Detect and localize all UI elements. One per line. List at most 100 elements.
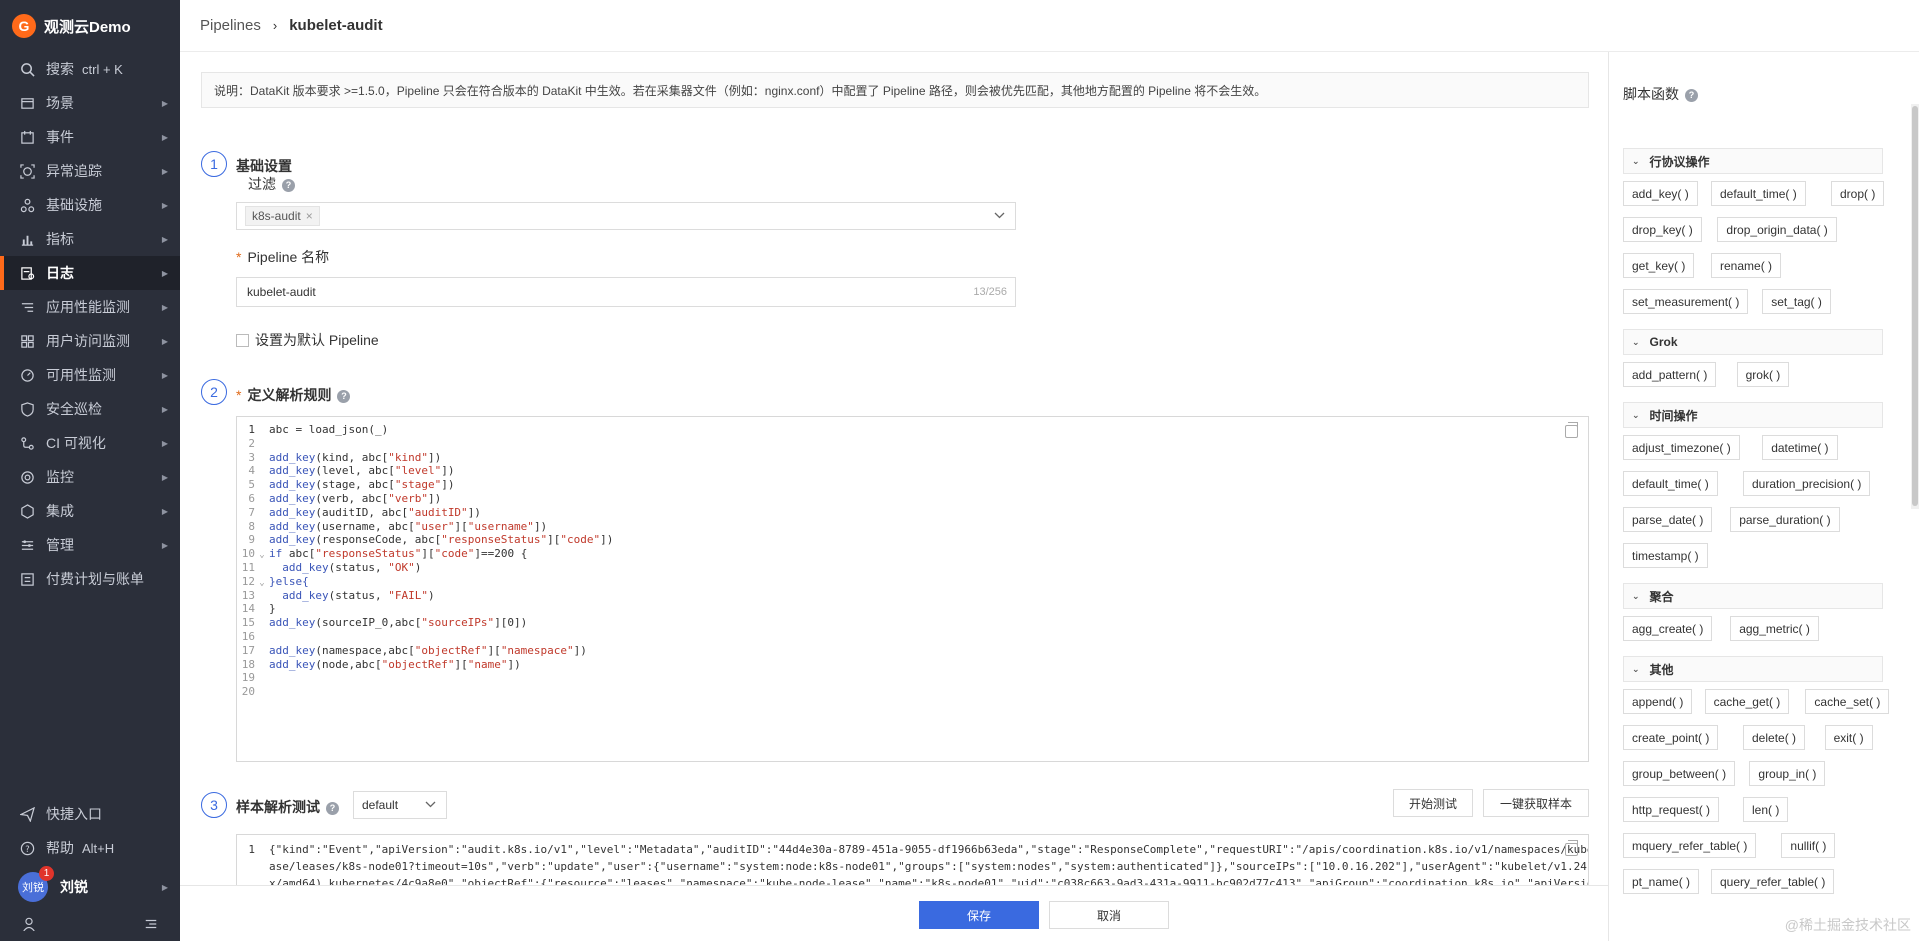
script-functions-panel: 脚本函数? ⌄ 行协议操作 add_key( ) default_time( ) dro… (1608, 52, 1919, 941)
sidebar-item-1[interactable]: 事件 ▶ (0, 120, 180, 154)
collapse-menu-icon[interactable] (144, 917, 158, 934)
sample-line: ase/leases/k8s-node01?timeout=10s","verb… (237, 858, 1588, 875)
logs-icon (18, 264, 36, 282)
filter-label-row: 过滤? (248, 174, 295, 194)
parse-rules-help-icon[interactable]: ? (337, 389, 351, 403)
function-button[interactable]: duration_precision( ) (1743, 471, 1871, 496)
header: Pipelines › kubelet-audit (180, 0, 1919, 52)
function-button[interactable]: drop_origin_data( ) (1717, 217, 1837, 242)
fetch-sample-button[interactable]: 一键获取样本 (1483, 789, 1589, 817)
function-button[interactable]: grok( ) (1736, 362, 1790, 387)
watermark: @稀土掘金技术社区 (1784, 917, 1911, 933)
user-icon[interactable] (22, 917, 36, 934)
default-pipeline-checkbox[interactable] (236, 333, 249, 347)
sidebar-item-5[interactable]: 日志 ▶ (0, 256, 180, 290)
start-test-button[interactable]: 开始测试 (1393, 789, 1473, 817)
sidebar-item-4[interactable]: 指标 ▶ (0, 222, 180, 256)
script-functions-help-icon[interactable]: ? (1685, 88, 1698, 102)
function-button[interactable]: parse_date( ) (1623, 507, 1713, 532)
scroll-thumb[interactable] (1912, 106, 1918, 506)
sidebar-item-label: 用户访问监测 (46, 333, 130, 349)
function-button[interactable]: pt_name( ) (1623, 869, 1700, 894)
function-button[interactable]: add_key( ) (1623, 181, 1698, 206)
function-button[interactable]: group_in( ) (1749, 761, 1826, 786)
function-button[interactable]: timestamp( ) (1623, 543, 1708, 568)
function-button[interactable]: cache_set( ) (1805, 689, 1890, 714)
filter-help-icon[interactable]: ? (282, 178, 295, 192)
function-group-header[interactable]: ⌄ 行协议操作 (1623, 148, 1883, 174)
default-pipeline-row[interactable]: 设置为默认 Pipeline (236, 330, 379, 350)
save-button[interactable]: 保存 (919, 901, 1039, 929)
ci-icon (18, 434, 36, 452)
code-line: 15 add_key(sourceIP_0,abc["sourceIPs"][0]… (237, 614, 528, 631)
function-button[interactable]: append( ) (1623, 689, 1693, 714)
workspace-switcher[interactable]: G 观测云Demo (0, 0, 180, 52)
sample-editor[interactable]: 1 {"kind":"Event","apiVersion":"audit.k8s… (236, 834, 1589, 885)
function-button[interactable]: parse_duration( ) (1730, 507, 1840, 532)
line-number: 20 (241, 685, 255, 699)
function-button[interactable]: default_time( ) (1623, 471, 1718, 496)
function-button[interactable]: http_request( ) (1623, 797, 1720, 822)
function-group-header[interactable]: ⌄ Grok (1623, 329, 1883, 355)
sidebar-item-13[interactable]: 管理 ▶ (0, 528, 180, 562)
function-button[interactable]: agg_create( ) (1623, 616, 1713, 641)
cancel-button[interactable]: 取消 (1049, 901, 1169, 929)
function-button[interactable]: set_tag( ) (1762, 289, 1831, 314)
step-3-marker: 3 (201, 792, 227, 818)
quick-entry-nav[interactable]: 快捷入口 (0, 797, 180, 831)
sidebar-item-9[interactable]: 安全巡检 ▶ (0, 392, 180, 426)
sidebar-item-11[interactable]: 监控 ▶ (0, 460, 180, 494)
sidebar-item-3[interactable]: 基础设施 ▶ (0, 188, 180, 222)
user-name: 刘锐 (60, 879, 88, 895)
function-button[interactable]: create_point( ) (1623, 725, 1719, 750)
function-button[interactable]: mquery_refer_table( ) (1623, 833, 1757, 858)
function-button[interactable]: group_between( ) (1623, 761, 1736, 786)
function-button[interactable]: drop( ) (1831, 181, 1885, 206)
sidebar-footer (0, 909, 180, 941)
function-button[interactable]: default_time( ) (1711, 181, 1806, 206)
pipeline-name-input[interactable]: kubelet-audit 13/256 (236, 277, 1016, 307)
sidebar-item-label: CI 可视化 (46, 435, 106, 451)
panel-scrollbar[interactable] (1911, 104, 1919, 509)
sidebar-item-6[interactable]: 应用性能监测 ▶ (0, 290, 180, 324)
user-menu[interactable]: 刘锐 1 刘锐 ▶ (0, 865, 180, 909)
function-group-header[interactable]: ⌄ 其他 (1623, 656, 1883, 682)
sample-source-select[interactable]: default (353, 791, 447, 819)
function-button[interactable]: adjust_timezone( ) (1623, 435, 1740, 460)
function-button[interactable]: delete( ) (1743, 725, 1806, 750)
sidebar-item-label: 事件 (46, 129, 74, 145)
sidebar-item-10[interactable]: CI 可视化 ▶ (0, 426, 180, 460)
sidebar-item-7[interactable]: 用户访问监测 ▶ (0, 324, 180, 358)
function-button[interactable]: datetime( ) (1762, 435, 1838, 460)
sidebar-item-14[interactable]: 付费计划与账单 (0, 562, 180, 596)
copy-icon[interactable] (1565, 422, 1578, 438)
search-nav[interactable]: 搜索 ctrl + K (0, 52, 180, 86)
sample-test-help-icon[interactable]: ? (326, 801, 339, 815)
function-button[interactable]: cache_get( ) (1704, 689, 1790, 714)
function-button[interactable]: set_measurement( ) (1623, 289, 1749, 314)
sidebar-item-2[interactable]: 异常追踪 ▶ (0, 154, 180, 188)
function-group-header[interactable]: ⌄ 聚合 (1623, 583, 1883, 609)
function-button[interactable]: query_refer_table( ) (1711, 869, 1835, 894)
function-button[interactable]: agg_metric( ) (1730, 616, 1819, 641)
function-button[interactable]: add_pattern( ) (1623, 362, 1717, 387)
sidebar-item-0[interactable]: 场景 ▶ (0, 86, 180, 120)
function-button[interactable]: get_key( ) (1623, 253, 1695, 278)
breadcrumb-pipelines-link[interactable]: Pipelines (200, 17, 261, 34)
function-group-header[interactable]: ⌄ 时间操作 (1623, 402, 1883, 428)
help-nav[interactable]: ? 帮助 Alt+H (0, 831, 180, 865)
filter-select[interactable]: k8s-audit × (236, 202, 1016, 230)
pipeline-code-editor[interactable]: 1 abc = load_json(_) 2 3 add_key(kind, abc["… (236, 416, 1589, 762)
function-button[interactable]: exit( ) (1824, 725, 1873, 750)
send-icon (18, 805, 36, 823)
sidebar-item-12[interactable]: 集成 ▶ (0, 494, 180, 528)
function-button[interactable]: len( ) (1743, 797, 1789, 822)
function-button[interactable]: rename( ) (1711, 253, 1782, 278)
quick-entry-label: 快捷入口 (46, 806, 102, 822)
function-button[interactable]: drop_key( ) (1623, 217, 1702, 242)
sidebar-item-8[interactable]: 可用性监测 ▶ (0, 358, 180, 392)
chevron-right-icon: ▶ (161, 438, 168, 448)
remove-tag-icon[interactable]: × (306, 209, 313, 223)
function-button[interactable]: nullif( ) (1781, 833, 1836, 858)
copy-sample-icon[interactable] (1565, 840, 1578, 856)
